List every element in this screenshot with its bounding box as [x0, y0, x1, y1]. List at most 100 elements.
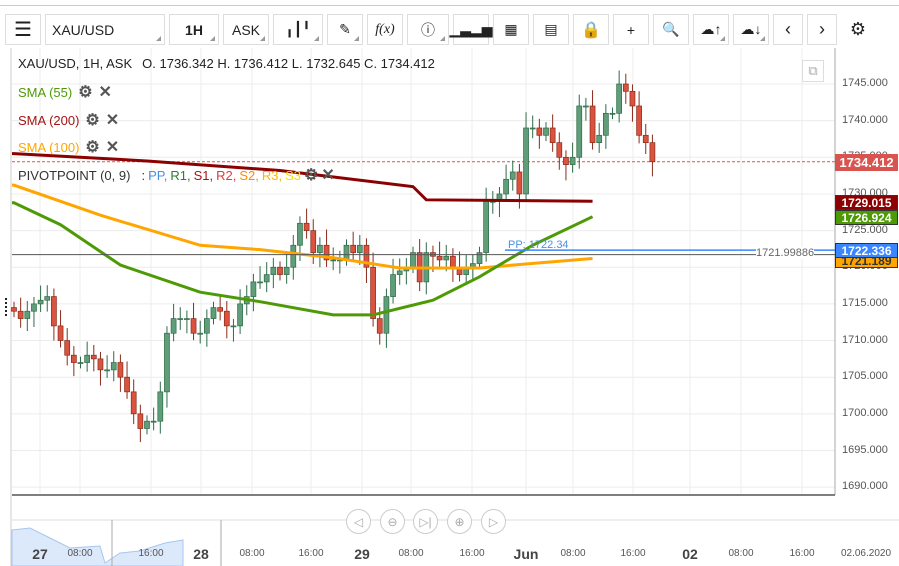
lock-icon[interactable]: 🔒	[573, 14, 609, 45]
candlestick-icon[interactable]: ╻┃╹	[273, 14, 323, 45]
sma100-label: SMA (100)	[18, 139, 80, 155]
bar-chart-icon[interactable]: ▁▃▂▅	[449, 14, 493, 45]
pencil-icon[interactable]: ✎	[327, 14, 363, 45]
candle-down	[97, 358, 104, 371]
candle-up	[616, 83, 623, 114]
timeframe-value: 1H	[185, 21, 203, 38]
candle-down	[450, 255, 456, 268]
price-type-select[interactable]: ASK	[223, 14, 269, 45]
candle-up	[170, 318, 177, 334]
popout-icon[interactable]: ⧉	[802, 60, 824, 82]
info-icon[interactable]: ⓘ	[407, 14, 449, 45]
pivot-part: S3	[285, 167, 301, 183]
ohlc-title: XAU/USD, 1H, ASK	[18, 56, 133, 71]
candle-up	[543, 127, 549, 136]
top-divider	[0, 5, 899, 6]
close-icon[interactable]: ✕	[106, 110, 119, 130]
hamburger-icon[interactable]: ☰	[5, 14, 41, 45]
candle-up	[317, 244, 323, 253]
price-type-value: ASK	[231, 21, 260, 38]
newspaper-icon[interactable]: ▤	[533, 14, 569, 45]
candle-down	[130, 391, 137, 415]
pivot-part: R3,	[261, 167, 283, 183]
cloud-download-icon[interactable]: ☁↓	[733, 14, 769, 45]
cloud-upload-icon[interactable]: ☁↑	[693, 14, 729, 45]
candle-down	[350, 244, 356, 253]
candle-up	[290, 244, 297, 268]
candle-down	[642, 134, 649, 143]
candle-down	[303, 222, 310, 231]
candle-up	[110, 362, 117, 371]
sma55-line	[12, 201, 594, 317]
x-tick-label: Jun	[513, 546, 539, 562]
zoom-chart-icon[interactable]: 🔍	[653, 14, 689, 45]
candle-down	[370, 266, 376, 319]
candle-up	[184, 318, 190, 320]
indicators-button[interactable]: f(x)	[367, 14, 403, 45]
gear-icon[interactable]: ⚙	[78, 82, 92, 102]
candle-up	[283, 266, 290, 275]
gear-icon[interactable]: ⚙	[85, 137, 99, 157]
chevron-left-icon[interactable]: ‹	[773, 14, 803, 45]
candle-up	[270, 266, 277, 275]
x-tick-label: 16:00	[138, 548, 164, 559]
price-chart[interactable]: XAU/USD, 1H, ASK O. 1736.342 H. 1736.412…	[0, 48, 899, 566]
pivot-part: PP,	[148, 167, 168, 183]
close-icon[interactable]: ✕	[106, 137, 119, 157]
x-tick-label: 29	[354, 546, 370, 562]
close-icon[interactable]: ✕	[321, 165, 334, 185]
gear-icon[interactable]: ⚙	[841, 14, 875, 45]
candle-up	[257, 281, 263, 284]
reset-icon[interactable]: ▷|	[413, 509, 438, 534]
pivot-part: S2,	[239, 167, 259, 183]
pivot-sep: :	[141, 167, 146, 183]
y-tick-label: 1745.000	[842, 77, 888, 89]
crosshair-value: 1721.99886	[756, 247, 815, 259]
zoom-in-icon[interactable]: ⊕	[447, 509, 472, 534]
chart-canvas[interactable]	[0, 48, 899, 566]
gear-icon[interactable]: ⚙	[304, 165, 318, 185]
candle-down	[64, 340, 71, 356]
x-tick-label: 27	[32, 546, 48, 562]
candle-up	[503, 178, 509, 195]
zoom-out-icon[interactable]: ⊖	[380, 509, 405, 534]
symbol-select[interactable]: XAU/USD	[45, 14, 165, 45]
crosshair-icon[interactable]: +	[613, 14, 649, 45]
candle-down	[376, 318, 383, 334]
candle-up	[24, 310, 31, 319]
candle-up	[383, 296, 390, 334]
candle-down	[223, 310, 230, 327]
indicator-sma55: SMA (55) ⚙ ✕	[18, 82, 112, 102]
candle-down	[310, 230, 317, 253]
candle-up	[230, 325, 237, 328]
candle-up	[343, 244, 350, 261]
candle-up	[576, 105, 583, 158]
scroll-right-icon[interactable]: ▷	[481, 509, 506, 534]
candle-up	[523, 127, 529, 195]
calendar-icon[interactable]: ▦	[493, 14, 529, 45]
candle-down	[436, 255, 443, 261]
candle-down	[563, 156, 569, 165]
x-tick-label: 16:00	[298, 548, 324, 559]
gear-icon[interactable]: ⚙	[85, 110, 99, 130]
close-icon[interactable]: ✕	[99, 82, 112, 102]
pp-price-label: 1722.336	[835, 243, 898, 258]
candle-up	[609, 112, 616, 115]
candle-up	[263, 274, 270, 283]
chevron-right-icon[interactable]: ›	[807, 14, 837, 45]
candle-up	[529, 127, 536, 130]
candle-down	[556, 142, 563, 158]
x-tick-label: 16:00	[789, 548, 815, 559]
scroll-left-icon[interactable]: ◁	[346, 509, 371, 534]
drag-handle[interactable]	[5, 298, 9, 316]
candle-up	[77, 362, 84, 364]
candle-down	[137, 413, 144, 429]
candle-up	[443, 255, 450, 261]
candle-up	[37, 299, 44, 305]
y-tick-label: 1715.000	[842, 296, 888, 309]
x-tick-label: 08:00	[728, 548, 754, 559]
pivot-parts: PP, R1, S1, R2, S2, R3, S3	[148, 168, 301, 183]
timeframe-select[interactable]: 1H	[169, 14, 219, 45]
indicator-pivot: PIVOTPOINT (0, 9) : PP, R1, S1, R2, S2, R3, S3…	[18, 165, 335, 185]
y-tick-label: 1700.000	[842, 406, 888, 419]
